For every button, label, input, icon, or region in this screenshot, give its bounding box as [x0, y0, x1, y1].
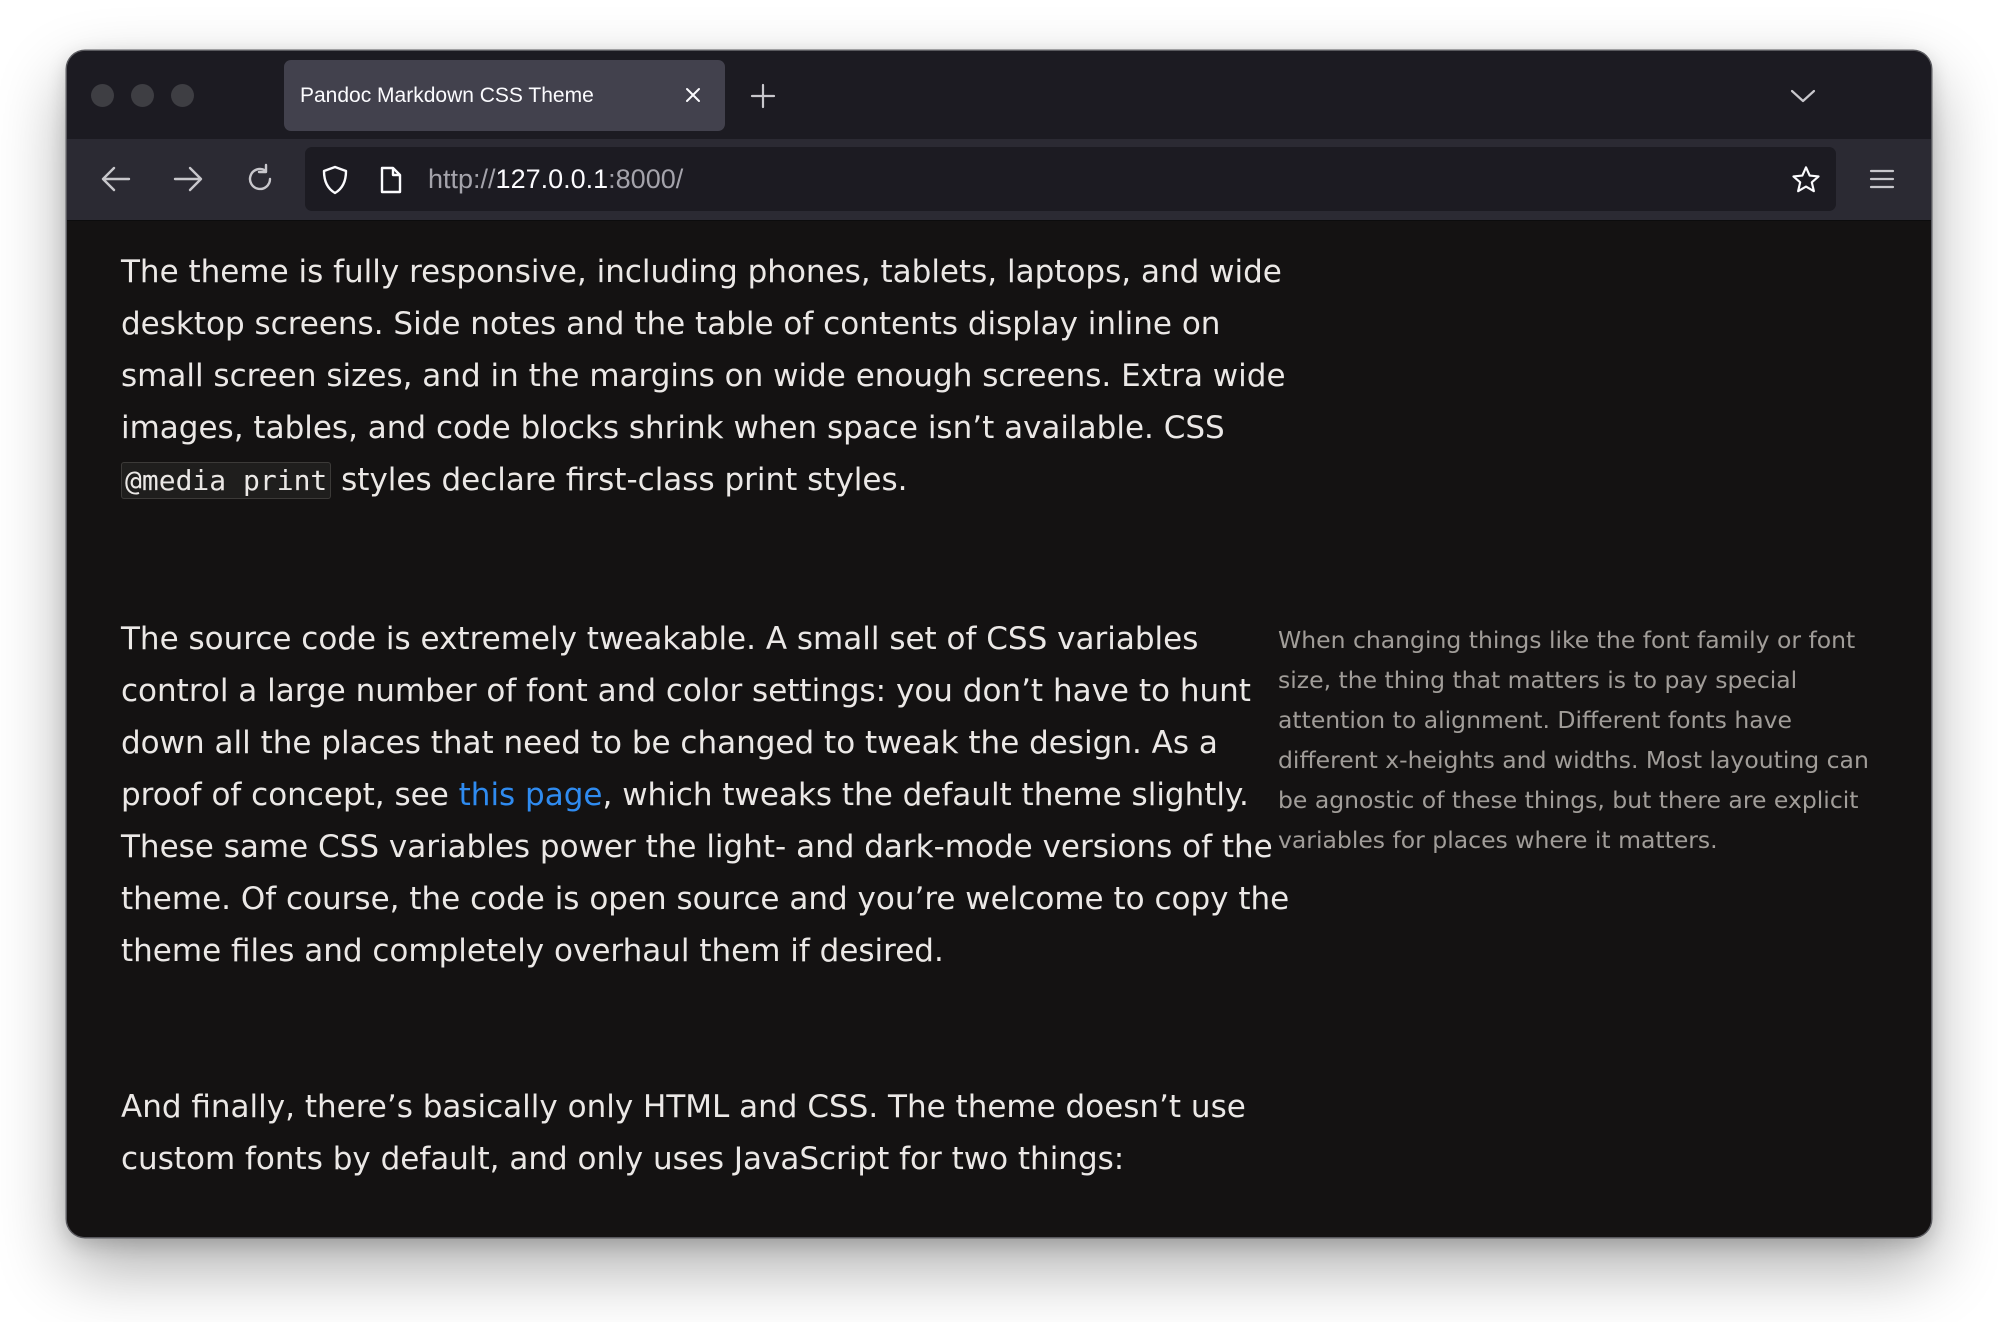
back-arrow-icon[interactable]: [96, 159, 136, 199]
page-content: The theme is fully responsive, including…: [67, 221, 1931, 1237]
window-minimize-light[interactable]: [131, 84, 154, 107]
url-text[interactable]: http://127.0.0.1:8000/: [428, 164, 683, 195]
url-host: 127.0.0.1: [495, 164, 609, 194]
star-icon[interactable]: [1791, 165, 1821, 195]
url-scheme: http://: [428, 164, 496, 194]
this-page-link[interactable]: this page: [459, 777, 603, 813]
browser-window: Pandoc Markdown CSS Theme http://127.0.0…: [67, 51, 1931, 1237]
reload-icon[interactable]: [240, 159, 280, 199]
navigation-toolbar: http://127.0.0.1:8000/: [67, 139, 1931, 221]
tab-strip: Pandoc Markdown CSS Theme: [67, 51, 1931, 139]
paragraph-html-css: And finally, there’s basically only HTML…: [121, 1089, 1246, 1177]
chevron-down-icon[interactable]: [1787, 82, 1819, 110]
window-close-light[interactable]: [91, 84, 114, 107]
page-icon[interactable]: [376, 165, 406, 195]
tab-title: Pandoc Markdown CSS Theme: [300, 83, 594, 107]
paragraph-tweakable: The source code is extremely tweakable. …: [121, 613, 1293, 977]
browser-tab-active[interactable]: Pandoc Markdown CSS Theme: [284, 60, 725, 131]
plus-icon[interactable]: [747, 80, 779, 112]
shield-icon[interactable]: [320, 165, 350, 195]
url-port-path: :8000/: [608, 164, 684, 194]
address-bar[interactable]: http://127.0.0.1:8000/: [305, 147, 1836, 211]
paragraph-responsive: The theme is fully responsive, including…: [121, 246, 1293, 507]
window-zoom-light[interactable]: [171, 84, 194, 107]
paragraph-text: The theme is fully responsive, including…: [121, 254, 1286, 446]
paragraph-text: styles declare first-class print styles.: [331, 462, 908, 498]
sidenote: When changing things like the font famil…: [1278, 626, 1869, 854]
inline-code: @media print: [121, 462, 332, 499]
forward-arrow-icon[interactable]: [168, 159, 208, 199]
close-icon[interactable]: [681, 83, 705, 107]
hamburger-menu-icon[interactable]: [1862, 159, 1902, 199]
